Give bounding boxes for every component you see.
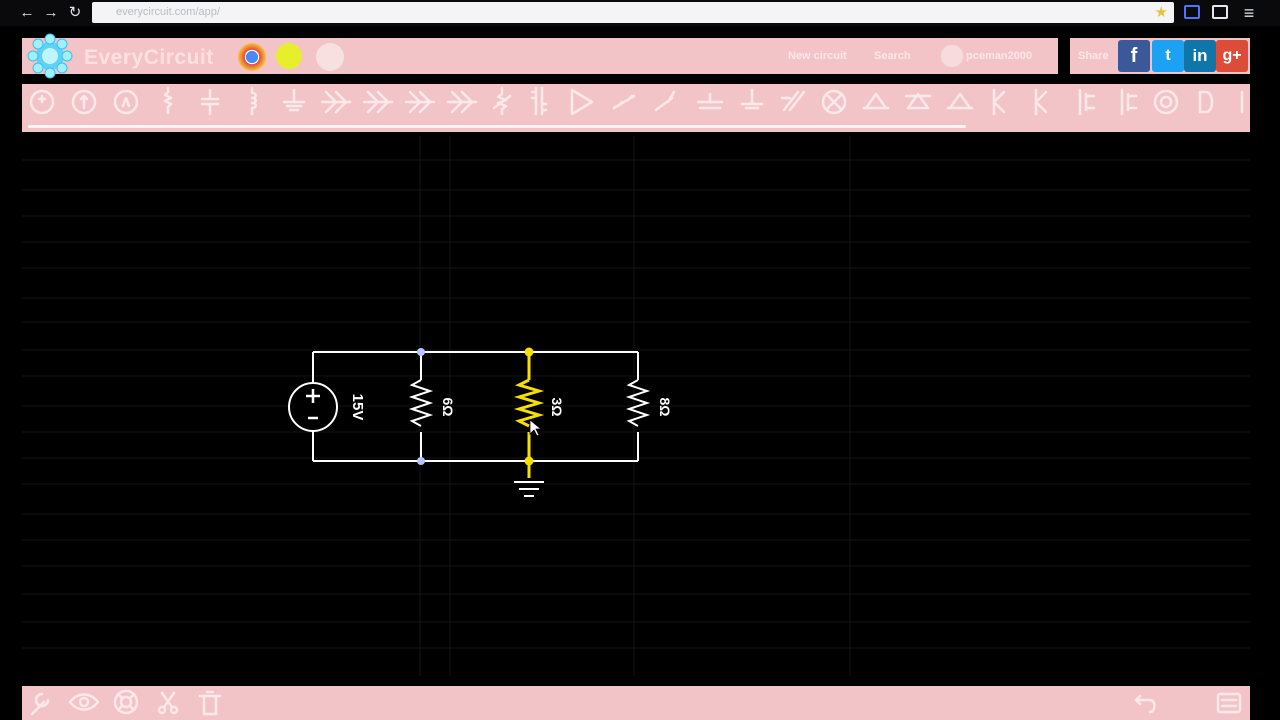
- potentiometer-icon[interactable]: [696, 92, 724, 110]
- new-circuit-link[interactable]: New circuit: [788, 50, 847, 62]
- led-icon[interactable]: [404, 90, 436, 114]
- voltage-source[interactable]: [288, 382, 338, 432]
- capacitor-icon[interactable]: [200, 88, 220, 116]
- node-bottom-middle[interactable]: [524, 456, 534, 466]
- logic-gate-icon[interactable]: [1153, 89, 1179, 115]
- eye-icon[interactable]: [68, 693, 100, 711]
- mosfet-bulk-icon[interactable]: [1120, 88, 1138, 116]
- circuit-workspace[interactable]: 15V 6Ω 3Ω 8Ω: [22, 136, 1250, 676]
- scissors-icon[interactable]: [157, 691, 179, 715]
- lamp-icon[interactable]: [780, 90, 806, 112]
- share-panel: Share f t in g+: [1070, 38, 1250, 74]
- address-bar[interactable]: everycircuit.com/app/ ★: [92, 2, 1174, 23]
- ammeter-icon[interactable]: [113, 89, 139, 115]
- fullscreen-icon[interactable]: [1216, 692, 1242, 714]
- lifesaver-icon[interactable]: [113, 689, 139, 715]
- current-source-icon[interactable]: [71, 89, 97, 115]
- android-icon[interactable]: [276, 43, 302, 69]
- username[interactable]: pceman2000: [966, 50, 1032, 62]
- component-toolbar: [22, 84, 1250, 132]
- node-top-middle[interactable]: [524, 347, 534, 357]
- toolbar-scrollbar[interactable]: [28, 125, 966, 128]
- mouse-cursor-icon: [529, 419, 543, 437]
- cast-icon[interactable]: [1184, 5, 1200, 19]
- chrome-store-icon[interactable]: [238, 43, 266, 71]
- mosfet-icon[interactable]: [1078, 88, 1096, 116]
- twitter-icon[interactable]: t: [1152, 40, 1184, 72]
- apple-icon[interactable]: [316, 43, 344, 71]
- photodiode-icon[interactable]: [446, 90, 478, 114]
- star-icon[interactable]: ★: [1155, 3, 1168, 21]
- share-label: Share: [1078, 50, 1109, 62]
- bottom-tools: [30, 689, 1242, 716]
- zener-diode-icon[interactable]: [362, 90, 394, 114]
- spdt-switch-icon[interactable]: [654, 90, 676, 112]
- url-text: everycircuit.com/app/: [116, 6, 220, 18]
- pmos4-icon[interactable]: [1034, 88, 1048, 116]
- browser-toolbar: ← → ↻ everycircuit.com/app/ ★ ≡: [0, 0, 1280, 26]
- resistor-label-6ohm: 6Ω: [440, 397, 456, 416]
- transformer-icon[interactable]: [530, 86, 548, 116]
- npn-icon[interactable]: [821, 89, 847, 115]
- resistor-8ohm[interactable]: [625, 379, 651, 427]
- menu-icon[interactable]: ≡: [1240, 4, 1258, 22]
- node-bottom-left[interactable]: [417, 457, 425, 465]
- resistor-label-8ohm: 8Ω: [657, 397, 673, 416]
- circuit-canvas[interactable]: 15V 6Ω 3Ω 8Ω: [22, 136, 1250, 676]
- resistor-6ohm[interactable]: [408, 379, 434, 427]
- app-header: EveryCircuit New circuit Search pceman20…: [22, 33, 1058, 79]
- source-voltage-label: 15V: [349, 394, 366, 421]
- d-flipflop-icon[interactable]: [1198, 90, 1214, 114]
- resistor-icon[interactable]: [163, 86, 173, 115]
- facebook-icon[interactable]: f: [1118, 40, 1150, 72]
- nmos-icon[interactable]: [904, 92, 932, 110]
- resistor-label-3ohm: 3Ω: [549, 397, 565, 416]
- linkedin-icon[interactable]: in: [1184, 40, 1216, 72]
- reload-icon[interactable]: ↻: [66, 4, 84, 22]
- forward-arrow-icon[interactable]: →: [42, 4, 60, 22]
- everycircuit-logo-icon[interactable]: [26, 32, 74, 80]
- back-arrow-icon[interactable]: ←: [18, 4, 36, 22]
- voltage-source-icon[interactable]: [29, 89, 55, 115]
- opamp-icon[interactable]: [570, 88, 594, 116]
- diode-icon[interactable]: [320, 90, 352, 114]
- wrench-icon[interactable]: [30, 692, 50, 716]
- vcvs-icon[interactable]: [740, 88, 764, 110]
- ground-icon[interactable]: [282, 88, 306, 112]
- resistor-3ohm[interactable]: [513, 378, 545, 428]
- brand-name[interactable]: EveryCircuit: [84, 46, 214, 70]
- nmos4-icon[interactable]: [992, 88, 1006, 116]
- pnp-icon[interactable]: [862, 92, 890, 110]
- bottom-toolbar: [22, 686, 1250, 720]
- trash-icon[interactable]: [198, 690, 222, 716]
- pmos-icon[interactable]: [946, 92, 974, 110]
- inductor-icon[interactable]: [250, 86, 257, 116]
- pushbutton-icon[interactable]: [612, 94, 636, 110]
- node-top-left[interactable]: [417, 348, 425, 356]
- googleplus-icon[interactable]: g+: [1216, 40, 1248, 72]
- window-icon[interactable]: [1212, 5, 1228, 19]
- search-link[interactable]: Search: [874, 50, 911, 62]
- avatar[interactable]: [940, 44, 964, 68]
- undo-icon[interactable]: [1134, 694, 1156, 714]
- switch-icon[interactable]: [492, 86, 512, 116]
